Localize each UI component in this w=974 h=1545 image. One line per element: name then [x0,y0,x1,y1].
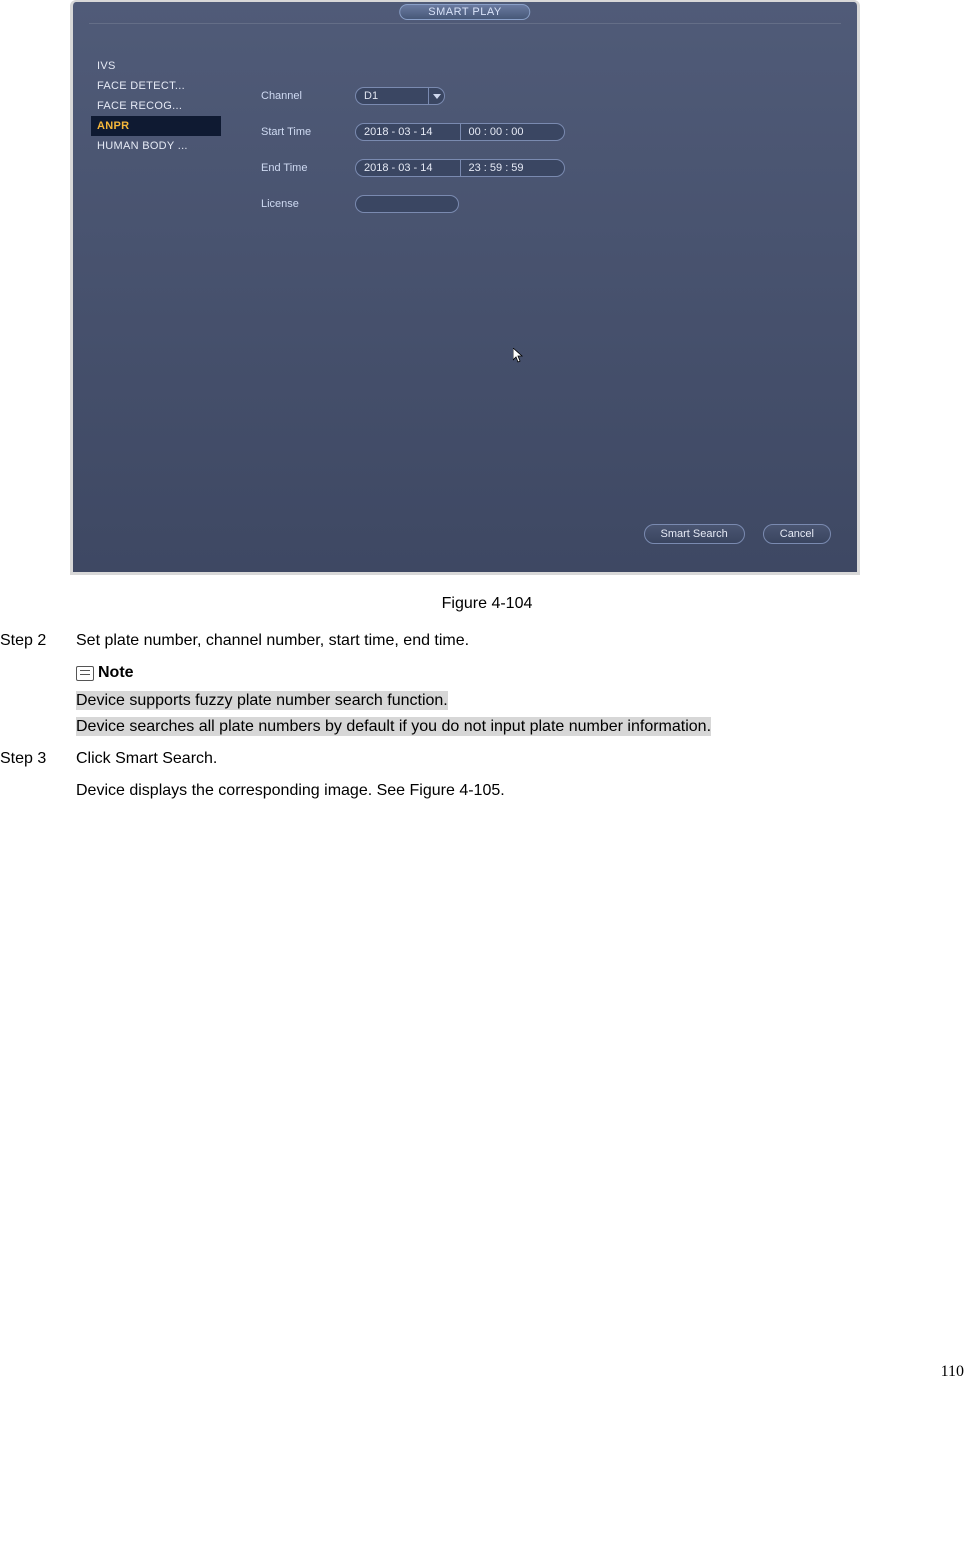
step2-text: Set plate number, channel number, start … [76,629,469,653]
smart-play-screenshot: SMART PLAY IVS FACE DETECT... FACE RECOG… [70,0,860,575]
channel-select[interactable]: D1 [355,87,445,105]
form-area: Channel D1 Start Time 2018 - 03 - 14 [261,86,837,230]
channel-value: D1 [364,90,378,102]
step2-label: Step 2 [0,629,76,653]
cancel-button[interactable]: Cancel [763,524,831,544]
license-label: License [261,198,355,210]
smart-search-button[interactable]: Smart Search [644,524,745,544]
cursor-icon [513,348,525,367]
sidebar-item-human-body[interactable]: HUMAN BODY ... [91,136,221,156]
window-title: SMART PLAY [399,4,530,20]
figure-caption: Figure 4-104 [0,595,974,613]
channel-dropdown-button[interactable] [428,88,444,104]
sidebar: IVS FACE DETECT... FACE RECOG... ANPR HU… [91,56,221,156]
step3-text: Click Smart Search. [76,747,217,771]
note-icon [76,666,94,681]
start-time-input[interactable]: 2018 - 03 - 14 00 : 00 : 00 [355,123,565,141]
sidebar-item-face-recog[interactable]: FACE RECOG... [91,96,221,116]
chevron-down-icon [433,94,441,99]
sidebar-item-ivs[interactable]: IVS [91,56,221,76]
end-time-input[interactable]: 2018 - 03 - 14 23 : 59 : 59 [355,159,565,177]
start-time-value: 00 : 00 : 00 [461,126,565,138]
start-time-label: Start Time [261,126,355,138]
end-date-value: 2018 - 03 - 14 [356,162,460,174]
end-time-value: 23 : 59 : 59 [461,162,565,174]
step3-label: Step 3 [0,747,76,771]
note-line-2: Device searches all plate numbers by def… [76,717,711,736]
note-line-1: Device supports fuzzy plate number searc… [76,691,448,710]
note-label: Note [98,661,134,685]
channel-label: Channel [261,90,355,102]
start-date-value: 2018 - 03 - 14 [356,126,460,138]
step3-subtext: Device displays the corresponding image.… [76,779,964,803]
sidebar-item-anpr[interactable]: ANPR [91,116,221,136]
end-time-label: End Time [261,162,355,174]
note-block: Note Device supports fuzzy plate number … [76,661,964,739]
page-number: 110 [0,1363,974,1381]
license-input[interactable] [355,195,459,213]
titlebar: SMART PLAY [73,2,857,24]
sidebar-item-face-detect[interactable]: FACE DETECT... [91,76,221,96]
